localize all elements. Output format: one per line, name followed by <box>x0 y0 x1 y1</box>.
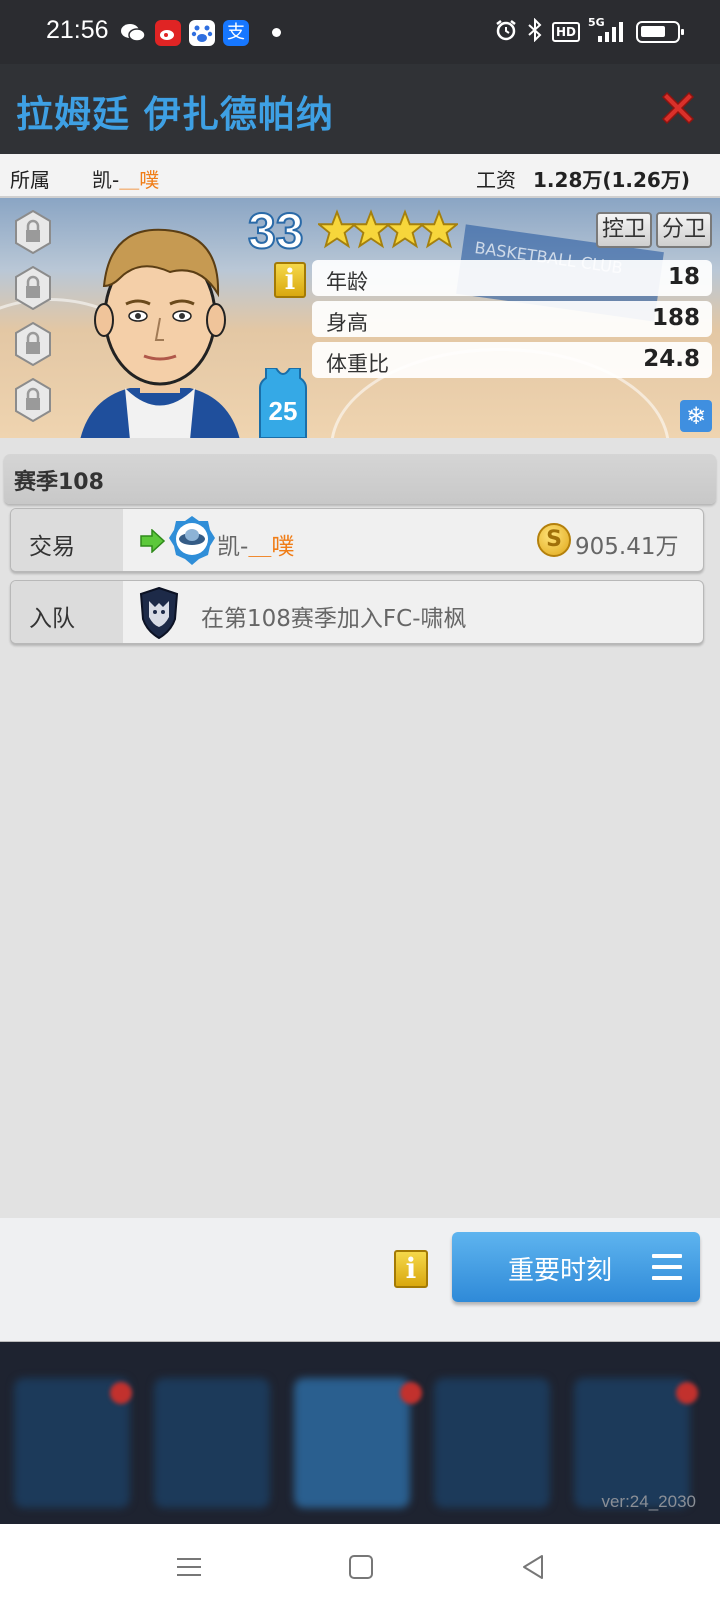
version-label: ver:24_2030 <box>601 1492 696 1511</box>
stat-label: 年龄 <box>326 270 368 294</box>
battery-icon <box>636 21 684 43</box>
player-rating: 33 <box>247 202 305 260</box>
weibo-icon <box>155 20 181 46</box>
history-panel: 赛季108 交易 凯-＿噗 S 905.41万 入队 在第108赛季加入FC-啸… <box>0 438 720 1218</box>
lock-icon[interactable] <box>14 322 52 366</box>
menu-icon[interactable] <box>176 1554 202 1580</box>
stat-row-weight-ratio: 体重比 24.8 <box>312 342 712 378</box>
nav-yen-icon[interactable] <box>154 1378 270 1508</box>
player-name-title: 拉姆廷 伊扎德帕纳 <box>16 93 334 136</box>
star-icon <box>420 209 458 249</box>
history-row-trade[interactable]: 交易 凯-＿噗 S 905.41万 <box>10 508 704 572</box>
stat-label: 体重比 <box>326 352 389 376</box>
jersey-number: 25 <box>269 396 298 426</box>
wechat-icon <box>120 20 146 46</box>
owner-label: 所属 <box>10 168 50 192</box>
owner-name[interactable]: 凯-＿噗 <box>92 164 159 193</box>
star-icon <box>386 209 424 249</box>
clock: 21:56 <box>46 16 109 44</box>
hd-icon: HD <box>551 22 580 42</box>
nav-more-icon[interactable] <box>574 1378 690 1508</box>
baidu-icon <box>189 20 215 46</box>
star-rating <box>318 208 458 250</box>
home-icon[interactable] <box>348 1554 374 1580</box>
jersey-icon: 25 <box>259 368 307 438</box>
nav-chat-icon[interactable] <box>434 1378 550 1508</box>
team-logo-icon <box>169 516 215 565</box>
team-prefix: 凯- <box>217 534 249 560</box>
stat-value: 18 <box>667 264 700 290</box>
stat-value: 188 <box>651 305 700 331</box>
menu-icon <box>652 1254 682 1280</box>
trade-amount: 905.41万 <box>575 534 679 560</box>
arrow-right-icon <box>140 529 165 553</box>
game-bottom-nav: ver:24_2030 <box>0 1342 720 1524</box>
alipay-icon: 支 <box>223 20 249 46</box>
salary-value: 1.28万(1.26万) <box>533 168 690 192</box>
stat-label: 身高 <box>326 311 368 335</box>
player-card: BASKETBALL CLUB 33 控卫 分卫 i 年龄 18 身高 188 <box>0 198 720 438</box>
key-moments-button[interactable]: 重要时刻 <box>452 1232 700 1302</box>
signal-5g-icon: 5G <box>588 16 628 44</box>
stat-row-height: 身高 188 <box>312 301 712 337</box>
lock-icon[interactable] <box>14 378 52 422</box>
title-bar: 拉姆廷 伊扎德帕纳 <box>0 64 720 154</box>
club-crest-icon <box>139 587 179 639</box>
lock-icon[interactable] <box>14 210 52 254</box>
player-portrait <box>80 228 240 438</box>
coin-icon: S <box>537 523 571 557</box>
lock-icon[interactable] <box>14 266 52 310</box>
position-tag-sg[interactable]: 分卫 <box>656 212 713 248</box>
back-icon[interactable] <box>520 1554 546 1580</box>
star-icon <box>318 209 356 249</box>
owner-highlight: ＿噗 <box>119 168 160 192</box>
history-kind: 交易 <box>11 509 123 571</box>
salary-label: 工资 <box>476 168 516 192</box>
alarm-icon <box>494 18 518 46</box>
ownership-strip: 所属 凯-＿噗 工资 1.28万(1.26万) <box>0 154 720 198</box>
notification-dot <box>400 1382 422 1404</box>
star-icon <box>352 209 390 249</box>
stat-value: 24.8 <box>643 346 700 372</box>
bluetooth-icon <box>526 17 544 46</box>
status-bar: 21:56 支 HD 5G <box>0 0 720 64</box>
player-info-icon[interactable]: i <box>274 262 306 298</box>
team-highlight: ＿噗 <box>248 534 295 560</box>
snowflake-icon[interactable]: ❄ <box>680 400 712 432</box>
position-tag-pg[interactable]: 控卫 <box>596 212 653 248</box>
history-kind: 入队 <box>11 581 123 643</box>
info-icon[interactable]: i <box>394 1250 428 1288</box>
owner-prefix: 凯- <box>92 168 120 192</box>
system-nav-bar <box>0 1524 720 1612</box>
season-header: 赛季108 <box>4 454 716 504</box>
trade-team-name[interactable]: 凯-＿噗 <box>217 527 294 561</box>
action-bar: i 重要时刻 <box>0 1218 720 1342</box>
close-icon[interactable] <box>656 86 700 130</box>
history-row-join[interactable]: 入队 在第108赛季加入FC-啸枫 <box>10 580 704 644</box>
key-moments-label: 重要时刻 <box>508 1256 613 1286</box>
stat-row-age: 年龄 18 <box>312 260 712 296</box>
notification-dot <box>110 1382 132 1404</box>
status-right: HD 5G <box>494 16 684 46</box>
nav-team-icon[interactable] <box>294 1378 410 1508</box>
join-description: 在第108赛季加入FC-啸枫 <box>201 606 467 632</box>
dot-icon <box>272 28 281 37</box>
notification-dot <box>676 1382 698 1404</box>
